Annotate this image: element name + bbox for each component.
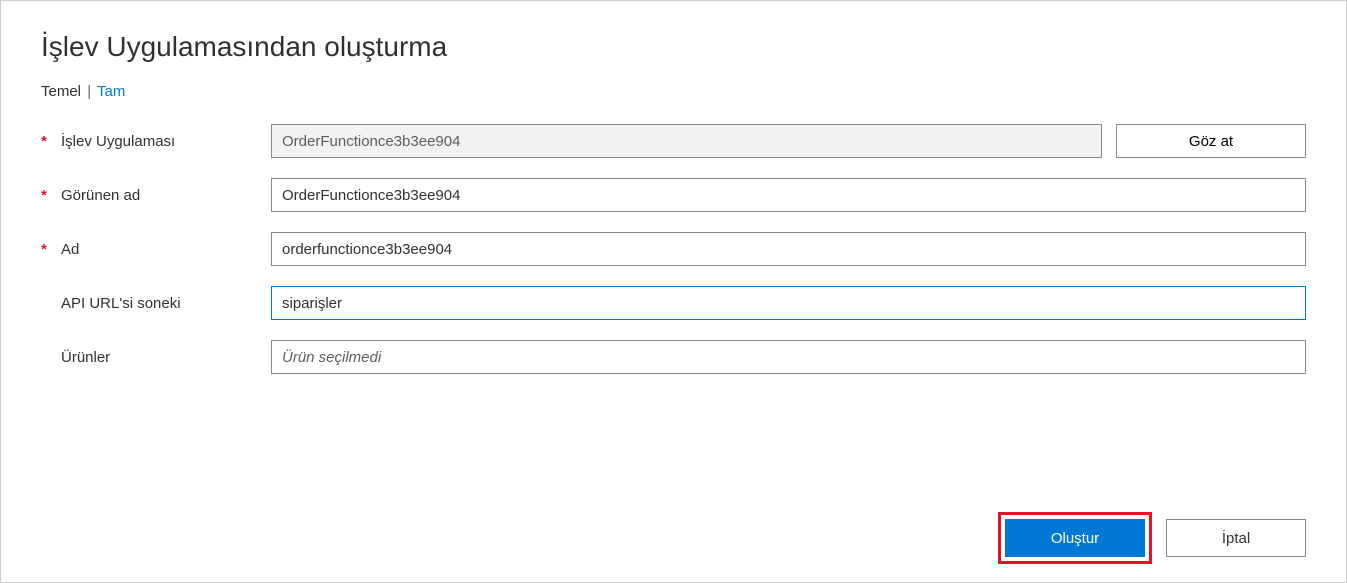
label-products: Ürünler [61, 349, 110, 366]
products-input[interactable] [271, 340, 1306, 374]
name-input[interactable] [271, 232, 1306, 266]
row-display-name: * Görünen ad [41, 178, 1306, 212]
label-api-suffix: API URL'si soneki [61, 295, 181, 312]
row-products: Ürünler [41, 340, 1306, 374]
label-name: Ad [61, 241, 79, 258]
cancel-button[interactable]: İptal [1166, 519, 1306, 557]
display-name-input[interactable] [271, 178, 1306, 212]
row-function-app: * İşlev Uygulaması Göz at [41, 124, 1306, 158]
highlight-box: Oluştur [998, 512, 1152, 564]
row-api-suffix: API URL'si soneki [41, 286, 1306, 320]
tab-basic[interactable]: Temel [41, 83, 81, 100]
required-marker: * [41, 241, 51, 258]
label-display-name: Görünen ad [61, 187, 140, 204]
row-name: * Ad [41, 232, 1306, 266]
create-button[interactable]: Oluştur [1005, 519, 1145, 557]
required-marker: * [41, 187, 51, 204]
label-function-app: İşlev Uygulaması [61, 133, 175, 150]
tab-separator: | [87, 83, 91, 100]
function-app-input[interactable] [271, 124, 1102, 158]
tabs: Temel | Tam [41, 83, 1306, 100]
footer-actions: Oluştur İptal [998, 512, 1306, 564]
required-marker: * [41, 133, 51, 150]
browse-button[interactable]: Göz at [1116, 124, 1306, 158]
api-suffix-input[interactable] [271, 286, 1306, 320]
page-title: İşlev Uygulamasından oluşturma [41, 31, 1306, 63]
tab-full[interactable]: Tam [97, 83, 125, 100]
